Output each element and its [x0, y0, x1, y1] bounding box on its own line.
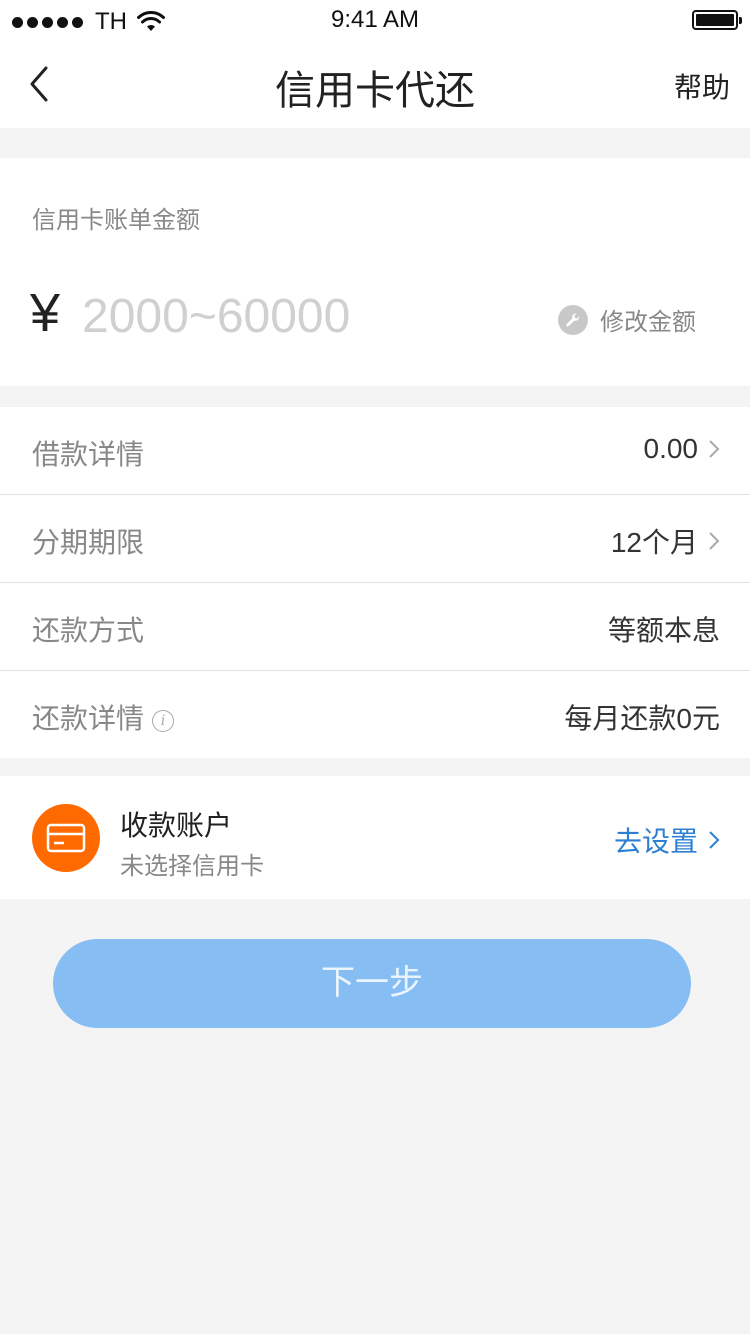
row-label-wrap: 还款详情 i	[32, 697, 175, 737]
chevron-right-icon	[709, 440, 720, 458]
next-step-button[interactable]: 下一步	[53, 939, 691, 1028]
info-icon[interactable]: i	[152, 709, 175, 732]
go-setup-label: 去设置	[613, 826, 698, 857]
account-subtitle: 未选择信用卡	[120, 853, 264, 880]
wrench-icon	[558, 304, 588, 335]
installment-term-row[interactable]: 分期期限 12个月	[0, 495, 750, 583]
amount-label: 信用卡账单金额	[32, 207, 200, 234]
row-label: 还款方式	[32, 615, 145, 646]
row-value-wrap: 每月还款0元	[564, 697, 720, 737]
row-label: 分期期限	[32, 527, 145, 558]
row-value: 12个月	[610, 527, 698, 558]
row-value-wrap: 0.00	[644, 433, 721, 465]
row-label: 还款详情	[32, 703, 145, 734]
chevron-right-icon	[709, 831, 720, 849]
credit-card-icon	[32, 804, 100, 872]
detail-list: 借款详情 0.00 分期期限 12个月 还款方式 等额本息 还款详情 i 每月还款…	[0, 407, 750, 758]
currency-symbol: ¥	[30, 283, 61, 343]
go-setup-link[interactable]: 去设置	[614, 820, 720, 860]
amount-card: 信用卡账单金额 ¥ 修改金额	[0, 158, 750, 386]
chevron-right-icon	[709, 532, 720, 550]
battery-icon	[692, 10, 742, 30]
row-value-wrap: 等额本息	[608, 609, 720, 649]
loan-detail-row[interactable]: 借款详情 0.00	[0, 407, 750, 495]
row-value-wrap: 12个月	[611, 521, 720, 561]
status-bar: TH 9:41 AM	[0, 0, 750, 40]
edit-amount-label: 修改金额	[600, 309, 696, 336]
row-label: 借款详情	[32, 439, 145, 470]
clock: 9:41 AM	[330, 6, 420, 33]
receiving-account-card[interactable]: 收款账户 未选择信用卡 去设置	[0, 776, 750, 899]
row-value: 0.00	[643, 433, 699, 464]
repayment-detail-row: 还款详情 i 每月还款0元	[0, 671, 750, 758]
help-link[interactable]: 帮助	[674, 66, 730, 106]
repayment-method-row: 还款方式 等额本息	[0, 583, 750, 671]
page-title: 信用卡代还	[275, 69, 475, 113]
amount-input[interactable]	[82, 284, 502, 348]
row-value: 等额本息	[607, 615, 720, 646]
account-title: 收款账户	[120, 810, 233, 841]
edit-amount-button[interactable]: 修改金额	[558, 302, 696, 337]
row-value: 每月还款0元	[564, 703, 720, 734]
nav-bar: 信用卡代还 帮助	[0, 40, 750, 128]
